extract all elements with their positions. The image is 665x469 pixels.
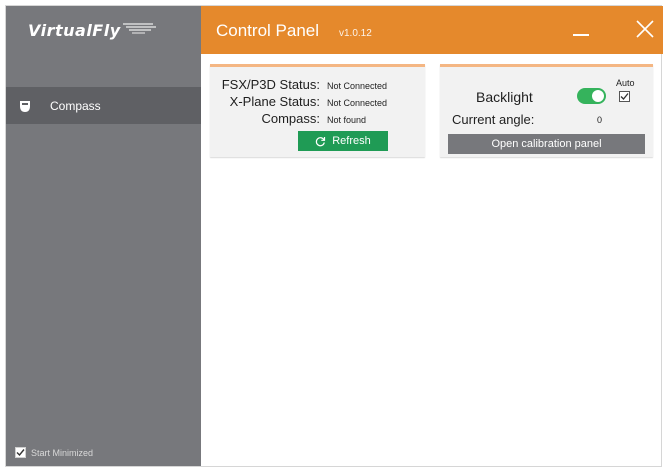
- refresh-label: Refresh: [332, 135, 371, 147]
- sidebar: VirtualFly Compass Start Minimized: [6, 6, 201, 466]
- backlight-label: Backlight: [476, 89, 533, 105]
- backlight-toggle[interactable]: [577, 88, 606, 104]
- title-bar: Control Panel v1.0.12: [201, 6, 663, 54]
- compass-status-value: Not found: [327, 115, 367, 125]
- status-card: FSX/P3D Status: Not Connected X-Plane St…: [210, 64, 425, 157]
- fsx-status-label: FSX/P3D Status:: [221, 77, 320, 92]
- compass-status-row: Compass: Not found: [210, 111, 366, 126]
- current-angle-value: 0: [597, 115, 603, 125]
- auto-checkbox[interactable]: [619, 91, 630, 102]
- fsx-status-row: FSX/P3D Status: Not Connected: [210, 77, 387, 92]
- start-minimized-label: Start Minimized: [31, 447, 94, 458]
- compass-status-label: Compass:: [261, 111, 320, 126]
- brand-name: VirtualFly: [28, 20, 121, 40]
- fsx-status-value: Not Connected: [327, 81, 388, 91]
- start-minimized-option[interactable]: Start Minimized: [15, 447, 93, 458]
- version-label: v1.0.12: [339, 28, 372, 39]
- xplane-status-label: X-Plane Status:: [229, 94, 320, 109]
- open-calibration-button[interactable]: Open calibration panel: [448, 134, 645, 154]
- page-title: Control Panel: [216, 21, 320, 40]
- backlight-card: Backlight Auto Current angle: 0 Open cal…: [440, 64, 653, 157]
- minimize-icon[interactable]: [573, 34, 589, 36]
- start-minimized-checkbox[interactable]: [15, 447, 26, 458]
- brand-logo: VirtualFly: [6, 6, 201, 54]
- auto-label: Auto: [616, 78, 635, 88]
- sidebar-item-label: Compass: [50, 98, 101, 113]
- compass-device-icon: [18, 99, 32, 113]
- sidebar-item-compass[interactable]: Compass: [6, 87, 201, 124]
- close-icon[interactable]: [635, 19, 655, 39]
- xplane-status-value: Not Connected: [327, 98, 388, 108]
- current-angle-label: Current angle:: [452, 112, 535, 127]
- xplane-status-row: X-Plane Status: Not Connected: [210, 94, 387, 109]
- toggle-knob: [592, 90, 604, 102]
- wing-icon: [122, 21, 157, 39]
- refresh-button[interactable]: Refresh: [298, 131, 388, 151]
- refresh-icon: [315, 136, 326, 147]
